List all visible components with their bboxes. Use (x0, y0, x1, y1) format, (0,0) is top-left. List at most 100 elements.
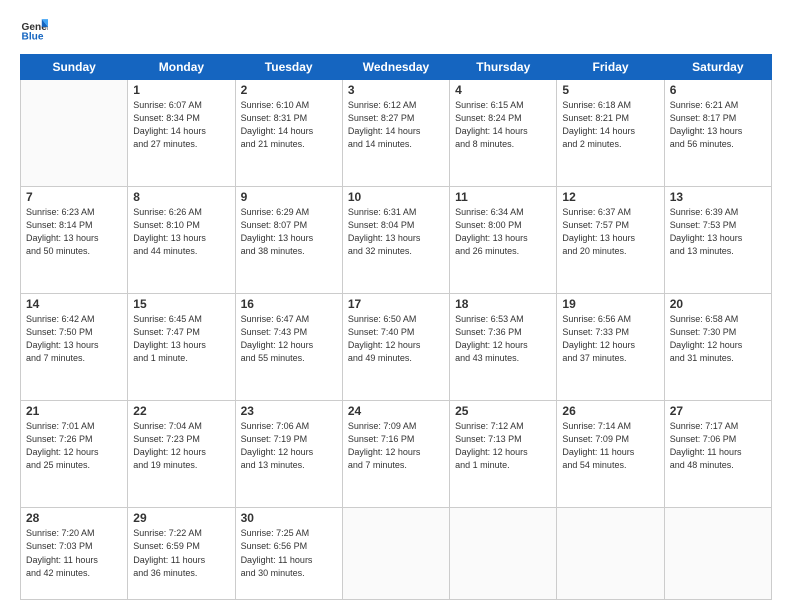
day-number: 18 (455, 297, 551, 311)
day-info: Sunrise: 6:56 AM Sunset: 7:33 PM Dayligh… (562, 313, 658, 365)
calendar-cell: 6 Sunrise: 6:21 AM Sunset: 8:17 PM Daylig… (664, 80, 771, 187)
calendar-table: SundayMondayTuesdayWednesdayThursdayFrid… (20, 54, 772, 600)
day-number: 7 (26, 190, 122, 204)
day-info: Sunrise: 6:07 AM Sunset: 8:34 PM Dayligh… (133, 99, 229, 151)
calendar-cell: 9 Sunrise: 6:29 AM Sunset: 8:07 PM Daylig… (235, 187, 342, 294)
day-info: Sunrise: 6:23 AM Sunset: 8:14 PM Dayligh… (26, 206, 122, 258)
day-info: Sunrise: 7:22 AM Sunset: 6:59 PM Dayligh… (133, 527, 229, 579)
logo: General Blue (20, 16, 52, 44)
calendar-cell (664, 508, 771, 600)
calendar-cell: 16Sunrise: 6:47 AM Sunset: 7:43 PM Dayli… (235, 294, 342, 401)
day-info: Sunrise: 6:53 AM Sunset: 7:36 PM Dayligh… (455, 313, 551, 365)
day-number: 9 (241, 190, 337, 204)
weekday-header-tuesday: Tuesday (235, 55, 342, 80)
week-row-4: 21Sunrise: 7:01 AM Sunset: 7:26 PM Dayli… (21, 401, 772, 508)
day-info: Sunrise: 6:18 AM Sunset: 8:21 PM Dayligh… (562, 99, 658, 151)
calendar-cell: 26 Sunrise: 7:14 AM Sunset: 7:09 PM Dayli… (557, 401, 664, 508)
calendar-cell: 12 Sunrise: 6:37 AM Sunset: 7:57 PM Dayli… (557, 187, 664, 294)
day-number: 19 (562, 297, 658, 311)
day-info: Sunrise: 6:45 AM Sunset: 7:47 PM Dayligh… (133, 313, 229, 365)
day-number: 6 (670, 83, 766, 97)
calendar-cell: 19 Sunrise: 6:56 AM Sunset: 7:33 PM Dayli… (557, 294, 664, 401)
week-row-2: 7 Sunrise: 6:23 AM Sunset: 8:14 PM Daylig… (21, 187, 772, 294)
calendar-cell: 18 Sunrise: 6:53 AM Sunset: 7:36 PM Dayli… (450, 294, 557, 401)
weekday-header-sunday: Sunday (21, 55, 128, 80)
weekday-header-saturday: Saturday (664, 55, 771, 80)
calendar-cell: 4Sunrise: 6:15 AM Sunset: 8:24 PM Daylig… (450, 80, 557, 187)
calendar-cell: 2Sunrise: 6:10 AM Sunset: 8:31 PM Daylig… (235, 80, 342, 187)
day-info: Sunrise: 6:21 AM Sunset: 8:17 PM Dayligh… (670, 99, 766, 151)
page: General Blue SundayMondayTuesdayWednesda… (0, 0, 792, 612)
day-number: 8 (133, 190, 229, 204)
day-number: 23 (241, 404, 337, 418)
calendar-cell: 14 Sunrise: 6:42 AM Sunset: 7:50 PM Dayli… (21, 294, 128, 401)
weekday-header-row: SundayMondayTuesdayWednesdayThursdayFrid… (21, 55, 772, 80)
calendar-cell: 11Sunrise: 6:34 AM Sunset: 8:00 PM Dayli… (450, 187, 557, 294)
day-number: 11 (455, 190, 551, 204)
day-info: Sunrise: 6:37 AM Sunset: 7:57 PM Dayligh… (562, 206, 658, 258)
day-number: 13 (670, 190, 766, 204)
day-info: Sunrise: 6:42 AM Sunset: 7:50 PM Dayligh… (26, 313, 122, 365)
day-number: 17 (348, 297, 444, 311)
calendar-cell: 3Sunrise: 6:12 AM Sunset: 8:27 PM Daylig… (342, 80, 449, 187)
calendar-cell: 22 Sunrise: 7:04 AM Sunset: 7:23 PM Dayli… (128, 401, 235, 508)
day-number: 25 (455, 404, 551, 418)
day-number: 29 (133, 511, 229, 525)
day-number: 26 (562, 404, 658, 418)
weekday-header-friday: Friday (557, 55, 664, 80)
day-number: 21 (26, 404, 122, 418)
day-info: Sunrise: 6:29 AM Sunset: 8:07 PM Dayligh… (241, 206, 337, 258)
day-number: 27 (670, 404, 766, 418)
svg-text:Blue: Blue (22, 31, 44, 42)
calendar-cell: 25 Sunrise: 7:12 AM Sunset: 7:13 PM Dayli… (450, 401, 557, 508)
calendar-cell: 1 Sunrise: 6:07 AM Sunset: 8:34 PM Daylig… (128, 80, 235, 187)
week-row-3: 14 Sunrise: 6:42 AM Sunset: 7:50 PM Dayli… (21, 294, 772, 401)
day-info: Sunrise: 7:25 AM Sunset: 6:56 PM Dayligh… (241, 527, 337, 579)
day-info: Sunrise: 6:31 AM Sunset: 8:04 PM Dayligh… (348, 206, 444, 258)
day-info: Sunrise: 6:15 AM Sunset: 8:24 PM Dayligh… (455, 99, 551, 151)
week-row-1: 1 Sunrise: 6:07 AM Sunset: 8:34 PM Daylig… (21, 80, 772, 187)
calendar-cell: 15 Sunrise: 6:45 AM Sunset: 7:47 PM Dayli… (128, 294, 235, 401)
calendar-cell: 7 Sunrise: 6:23 AM Sunset: 8:14 PM Daylig… (21, 187, 128, 294)
calendar-cell: 21Sunrise: 7:01 AM Sunset: 7:26 PM Dayli… (21, 401, 128, 508)
calendar-cell: 20Sunrise: 6:58 AM Sunset: 7:30 PM Dayli… (664, 294, 771, 401)
calendar-cell: 28Sunrise: 7:20 AM Sunset: 7:03 PM Dayli… (21, 508, 128, 600)
day-info: Sunrise: 7:06 AM Sunset: 7:19 PM Dayligh… (241, 420, 337, 472)
day-number: 24 (348, 404, 444, 418)
calendar-cell: 30 Sunrise: 7:25 AM Sunset: 6:56 PM Dayli… (235, 508, 342, 600)
day-info: Sunrise: 7:04 AM Sunset: 7:23 PM Dayligh… (133, 420, 229, 472)
week-row-5: 28Sunrise: 7:20 AM Sunset: 7:03 PM Dayli… (21, 508, 772, 600)
day-info: Sunrise: 6:39 AM Sunset: 7:53 PM Dayligh… (670, 206, 766, 258)
day-info: Sunrise: 7:14 AM Sunset: 7:09 PM Dayligh… (562, 420, 658, 472)
header: General Blue (20, 16, 772, 44)
calendar-cell (450, 508, 557, 600)
calendar-cell: 13 Sunrise: 6:39 AM Sunset: 7:53 PM Dayli… (664, 187, 771, 294)
day-info: Sunrise: 6:50 AM Sunset: 7:40 PM Dayligh… (348, 313, 444, 365)
day-info: Sunrise: 7:12 AM Sunset: 7:13 PM Dayligh… (455, 420, 551, 472)
day-number: 30 (241, 511, 337, 525)
calendar-cell (342, 508, 449, 600)
day-number: 14 (26, 297, 122, 311)
calendar-cell (21, 80, 128, 187)
calendar-cell: 24 Sunrise: 7:09 AM Sunset: 7:16 PM Dayli… (342, 401, 449, 508)
day-info: Sunrise: 6:26 AM Sunset: 8:10 PM Dayligh… (133, 206, 229, 258)
day-number: 16 (241, 297, 337, 311)
day-info: Sunrise: 7:09 AM Sunset: 7:16 PM Dayligh… (348, 420, 444, 472)
day-number: 1 (133, 83, 229, 97)
logo-icon: General Blue (20, 16, 48, 44)
day-number: 3 (348, 83, 444, 97)
weekday-header-thursday: Thursday (450, 55, 557, 80)
day-info: Sunrise: 6:58 AM Sunset: 7:30 PM Dayligh… (670, 313, 766, 365)
calendar-cell: 5 Sunrise: 6:18 AM Sunset: 8:21 PM Daylig… (557, 80, 664, 187)
day-number: 5 (562, 83, 658, 97)
day-number: 12 (562, 190, 658, 204)
day-number: 22 (133, 404, 229, 418)
day-number: 15 (133, 297, 229, 311)
calendar-cell (557, 508, 664, 600)
calendar-cell: 17 Sunrise: 6:50 AM Sunset: 7:40 PM Dayli… (342, 294, 449, 401)
day-info: Sunrise: 7:20 AM Sunset: 7:03 PM Dayligh… (26, 527, 122, 579)
day-info: Sunrise: 7:17 AM Sunset: 7:06 PM Dayligh… (670, 420, 766, 472)
calendar-cell: 29 Sunrise: 7:22 AM Sunset: 6:59 PM Dayli… (128, 508, 235, 600)
calendar-cell: 23 Sunrise: 7:06 AM Sunset: 7:19 PM Dayli… (235, 401, 342, 508)
calendar-cell: 10Sunrise: 6:31 AM Sunset: 8:04 PM Dayli… (342, 187, 449, 294)
